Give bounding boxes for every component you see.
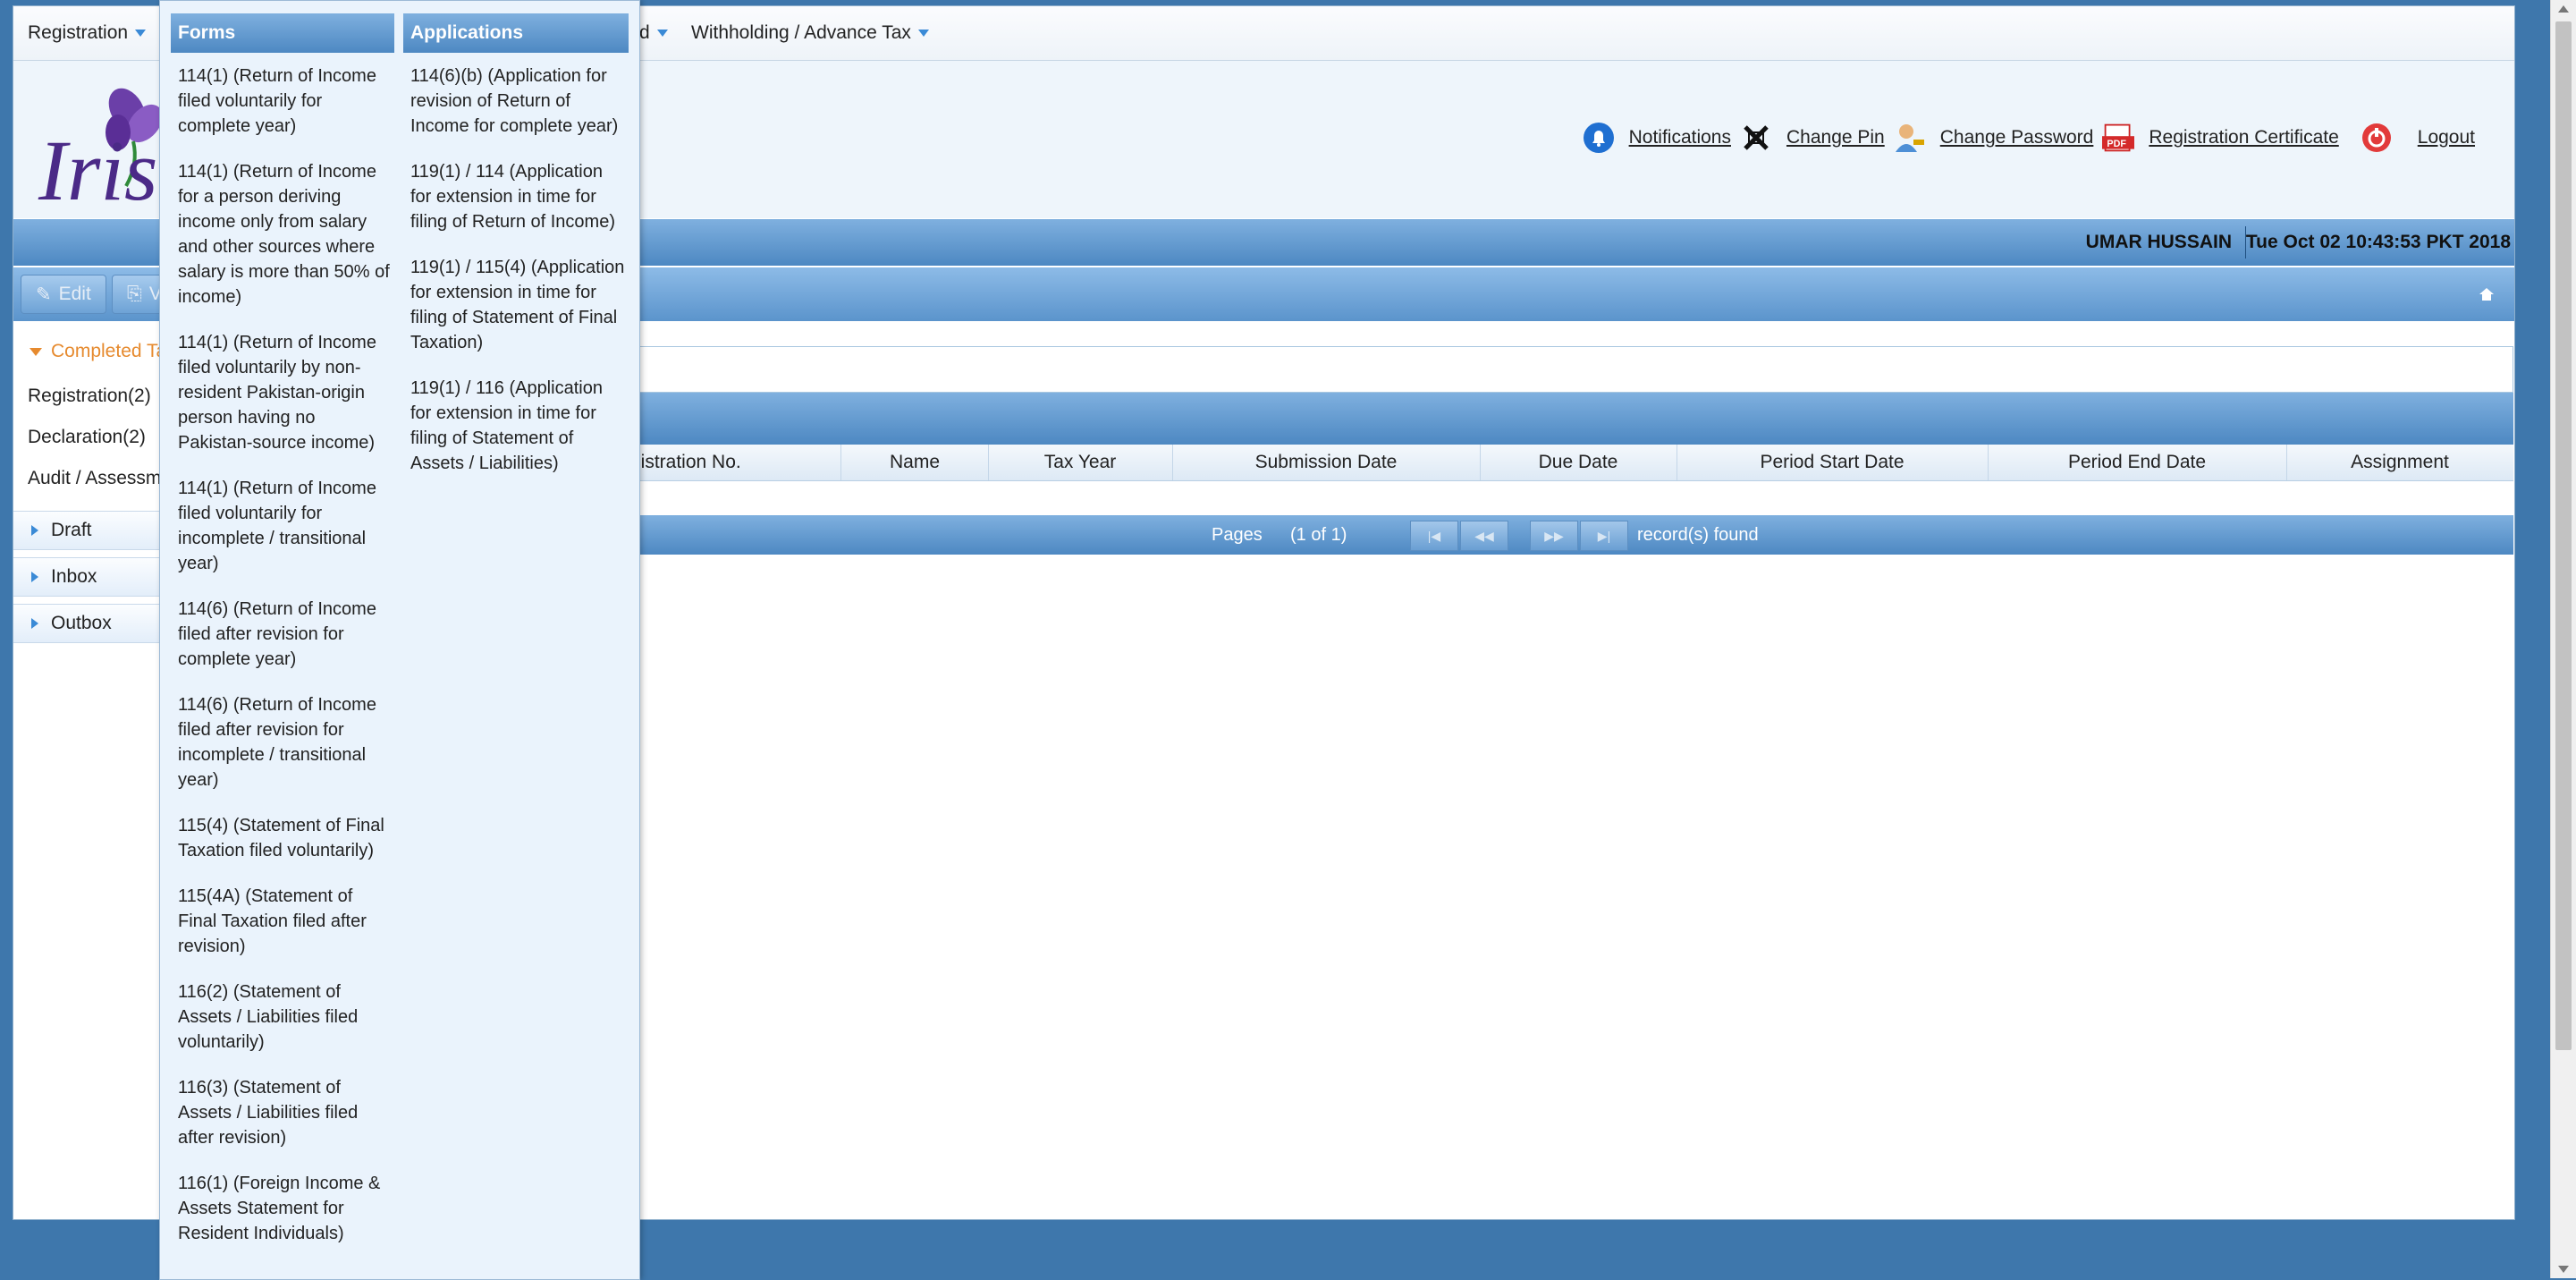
applications-list: 114(6)(b) (Application for revision of R… bbox=[410, 64, 627, 496]
pdf-icon: PDF bbox=[2102, 122, 2135, 154]
registration-certificate-link[interactable]: Registration Certificate bbox=[2149, 127, 2338, 148]
view-icon: ⎘ bbox=[127, 284, 142, 304]
user-name: UMAR HUSSAIN bbox=[2085, 232, 2232, 252]
next-page-icon[interactable]: ▶▶ bbox=[1530, 521, 1578, 551]
left-link-audit[interactable]: Audit / Assessme bbox=[28, 468, 172, 489]
edit-icon: ✎ bbox=[36, 284, 52, 305]
expand-right-icon bbox=[31, 618, 38, 629]
expand-right-icon bbox=[31, 525, 38, 536]
form-item[interactable]: 114(1) (Return of Income for a person de… bbox=[178, 159, 391, 309]
application-item[interactable]: 119(1) / 115(4) (Application for extensi… bbox=[410, 255, 627, 355]
last-page-icon[interactable]: ▶| bbox=[1580, 521, 1628, 551]
col-period-end-date[interactable]: Period End Date bbox=[1988, 445, 2287, 480]
expand-down-icon bbox=[30, 347, 42, 356]
col-tax-year[interactable]: Tax Year bbox=[988, 445, 1173, 480]
vertical-scrollbar[interactable] bbox=[2550, 0, 2576, 1278]
bell-icon bbox=[1583, 122, 1615, 154]
form-item[interactable]: 116(2) (Statement of Assets / Liabilitie… bbox=[178, 979, 391, 1055]
pdf-badge-text: PDF bbox=[2107, 139, 2127, 149]
form-item[interactable]: 114(1) (Return of Income filed voluntari… bbox=[178, 330, 391, 455]
change-password-link[interactable]: Change Password bbox=[1940, 127, 2094, 148]
pages-label: Pages bbox=[1212, 525, 1263, 545]
form-item[interactable]: 114(6) (Return of Income filed after rev… bbox=[178, 692, 391, 793]
completed-tasks-header[interactable]: Completed Ta bbox=[30, 341, 166, 362]
menu-registration-label: Registration bbox=[28, 22, 129, 43]
form-item[interactable]: 115(4) (Statement of Final Taxation file… bbox=[178, 813, 391, 863]
section-inbox-label: Inbox bbox=[51, 566, 97, 587]
scrollbar-thumb[interactable] bbox=[2555, 21, 2572, 1050]
form-item[interactable]: 115(4A) (Statement of Final Taxation fil… bbox=[178, 884, 391, 959]
form-item[interactable]: 116(3) (Statement of Assets / Liabilitie… bbox=[178, 1075, 391, 1150]
current-datetime: Tue Oct 02 10:43:53 PKT 2018 bbox=[2245, 232, 2511, 252]
declaration-dropdown-menu: Forms Applications 114(1) (Return of Inc… bbox=[159, 0, 640, 1280]
section-outbox-label: Outbox bbox=[51, 613, 112, 633]
home-icon[interactable] bbox=[2479, 287, 2495, 301]
form-item[interactable]: 114(1) (Return of Income filed voluntari… bbox=[178, 476, 391, 576]
pages-value: (1 of 1) bbox=[1290, 525, 1347, 545]
application-item[interactable]: 119(1) / 114 (Application for extension … bbox=[410, 159, 627, 234]
records-found-label: record(s) found bbox=[1637, 525, 1759, 545]
col-name[interactable]: Name bbox=[841, 445, 989, 480]
pager: Pages (1 of 1) |◀ ◀◀ ▶▶ ▶| record(s) fou… bbox=[514, 515, 2513, 555]
edit-button[interactable]: ✎ Edit bbox=[21, 275, 106, 314]
filter-box[interactable] bbox=[514, 346, 2513, 393]
header-links: Notifications Change Pin Change Password… bbox=[1583, 122, 2475, 154]
scroll-down-icon[interactable] bbox=[2558, 1266, 2569, 1273]
left-link-registration[interactable]: Registration(2) bbox=[28, 386, 151, 407]
completed-tasks-label: Completed Ta bbox=[51, 341, 167, 361]
chevron-down-icon bbox=[917, 30, 929, 37]
expand-right-icon bbox=[31, 572, 38, 582]
menu-registration[interactable]: Registration bbox=[28, 22, 147, 44]
col-period-start-date[interactable]: Period Start Date bbox=[1677, 445, 1989, 480]
application-item[interactable]: 114(6)(b) (Application for revision of R… bbox=[410, 64, 627, 139]
grid-title-band bbox=[514, 393, 2513, 445]
table-row bbox=[514, 481, 2513, 516]
col-due-date[interactable]: Due Date bbox=[1480, 445, 1677, 480]
form-item[interactable]: 114(1) (Return of Income filed voluntari… bbox=[178, 64, 391, 139]
edit-button-label: Edit bbox=[58, 284, 91, 304]
pin-cross-icon bbox=[1740, 122, 1772, 154]
menu-partial-label: d bbox=[639, 22, 650, 43]
form-item[interactable]: 116(1) (Foreign Income & Assets Statemen… bbox=[178, 1171, 391, 1246]
first-page-icon[interactable]: |◀ bbox=[1410, 521, 1458, 551]
menu-withholding[interactable]: Withholding / Advance Tax bbox=[691, 22, 929, 44]
section-draft-label: Draft bbox=[51, 520, 92, 540]
form-item[interactable]: 114(6) (Return of Income filed after rev… bbox=[178, 597, 391, 672]
user-key-icon bbox=[1894, 122, 1926, 154]
chevron-down-icon bbox=[135, 30, 147, 37]
menu-partially-hidden[interactable]: d bbox=[639, 22, 668, 44]
scroll-up-icon[interactable] bbox=[2558, 5, 2569, 13]
col-assignment[interactable]: Assignment bbox=[2286, 445, 2513, 480]
change-pin-link[interactable]: Change Pin bbox=[1786, 127, 1885, 148]
applications-header: Applications bbox=[403, 13, 629, 53]
previous-page-icon[interactable]: ◀◀ bbox=[1460, 521, 1508, 551]
logo-text: Iris bbox=[38, 123, 157, 213]
logout-icon bbox=[2361, 122, 2393, 154]
iris-logo: Iris bbox=[38, 88, 163, 213]
forms-header: Forms bbox=[171, 13, 394, 53]
forms-list: 114(1) (Return of Income filed voluntari… bbox=[178, 64, 391, 1267]
logout-link[interactable]: Logout bbox=[2418, 127, 2475, 148]
grid-column-headers: gistration No. Name Tax Year Submission … bbox=[514, 445, 2513, 481]
chevron-down-icon bbox=[656, 30, 668, 37]
left-link-declaration[interactable]: Declaration(2) bbox=[28, 427, 146, 448]
col-submission-date[interactable]: Submission Date bbox=[1172, 445, 1481, 480]
notifications-link[interactable]: Notifications bbox=[1629, 127, 1731, 148]
menu-withholding-label: Withholding / Advance Tax bbox=[691, 22, 911, 43]
application-item[interactable]: 119(1) / 116 (Application for extension … bbox=[410, 376, 627, 476]
